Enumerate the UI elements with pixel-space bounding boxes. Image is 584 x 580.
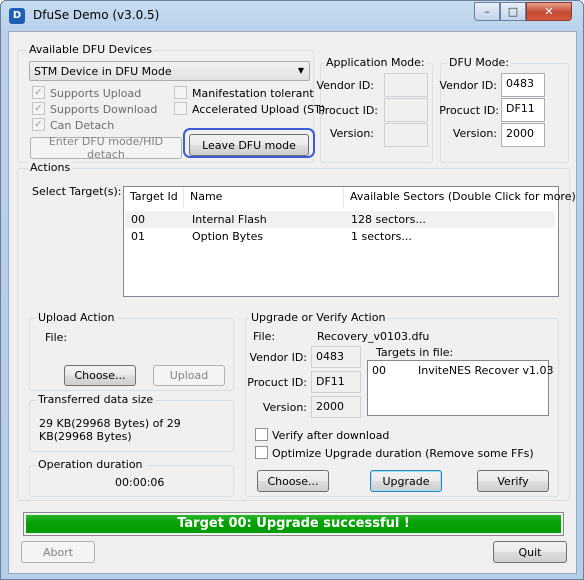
app-product-id-field	[384, 98, 428, 122]
maximize-button[interactable]: □	[500, 2, 526, 21]
row-name: Internal Flash	[192, 213, 267, 226]
can-detach-label: Can Detach	[50, 119, 115, 132]
client-area: Available DFU Devices STM Device in DFU …	[8, 31, 577, 574]
dfu-product-id-label: Procuct ID:	[439, 104, 499, 117]
upload-action-label: Upload Action	[36, 311, 117, 324]
upgrade-file-name: Recovery_v0103.dfu	[317, 330, 430, 343]
manifestation-tolerant-label: Manifestation tolerant	[192, 87, 314, 100]
upgrade-version-label: Version:	[262, 401, 307, 414]
device-select[interactable]: STM Device in DFU Mode ▼	[29, 61, 310, 81]
upgrade-vendor-id-field: 0483	[311, 346, 361, 368]
available-dfu-devices-label: Available DFU Devices	[27, 43, 154, 56]
select-targets-label: Select Target(s):	[32, 185, 122, 198]
optimize-upgrade-label: Optimize Upgrade duration (Remove some F…	[272, 447, 534, 460]
supports-upload-checkbox[interactable]: ✓	[32, 86, 45, 99]
targets-in-file-label: Targets in file:	[376, 346, 454, 359]
supports-upload-label: Supports Upload	[50, 87, 142, 100]
targets-in-file-id: 00	[372, 364, 386, 377]
app-vendor-id-label: Vendor ID:	[316, 79, 374, 92]
enter-dfu-mode-button[interactable]: Enter DFU mode/HID detach	[30, 135, 182, 161]
quit-button[interactable]: Quit	[493, 541, 567, 563]
status-message: Target 00: Upgrade successful !	[26, 515, 561, 533]
table-row[interactable]: 01 Option Bytes 1 sectors...	[125, 228, 555, 245]
abort-button[interactable]: Abort	[21, 541, 95, 563]
upgrade-version-field: 2000	[311, 396, 361, 418]
status-progress-bar: Target 00: Upgrade successful !	[23, 512, 564, 536]
targets-in-file-list[interactable]: 00 InviteNES Recover v1.03	[367, 360, 554, 416]
optimize-upgrade-checkbox[interactable]	[255, 446, 268, 459]
row-target-id: 01	[131, 230, 145, 243]
actions-label: Actions	[28, 161, 73, 174]
app-product-id-label: Procuct ID:	[318, 104, 378, 117]
column-header-available-sectors[interactable]: Available Sectors (Double Click for more…	[344, 187, 576, 207]
supports-download-label: Supports Download	[50, 103, 158, 116]
accelerated-upload-checkbox[interactable]	[174, 102, 187, 115]
accelerated-upload-label: Accelerated Upload (ST)	[192, 103, 326, 116]
dfu-product-id-field: DF11	[501, 98, 545, 122]
targets-listview[interactable]: Target Id Name Available Sectors (Double…	[123, 186, 576, 297]
upgrade-verify-label: Upgrade or Verify Action	[249, 311, 388, 324]
upload-button[interactable]: Upload	[153, 365, 225, 386]
app-version-label: Version:	[329, 127, 374, 140]
dfu-vendor-id-field: 0483	[501, 73, 545, 97]
dfu-vendor-id-label: Vendor ID:	[439, 79, 497, 92]
row-sectors: 1 sectors...	[351, 230, 412, 243]
transferred-data-label: Transferred data size	[36, 393, 156, 406]
table-row[interactable]: 00 Internal Flash 128 sectors...	[125, 211, 555, 228]
title-bar[interactable]: D DfuSe Demo (v3.0.5) – □ ✕	[1, 1, 583, 31]
upgrade-vendor-id-label: Vendor ID:	[249, 351, 307, 364]
close-button[interactable]: ✕	[526, 2, 572, 21]
verify-after-download-label: Verify after download	[272, 429, 390, 442]
upgrade-button[interactable]: Upgrade	[370, 470, 442, 492]
app-vendor-id-field	[384, 73, 428, 97]
minimize-button[interactable]: –	[474, 2, 500, 21]
column-header-target-id[interactable]: Target Id	[124, 187, 184, 207]
upgrade-choose-button[interactable]: Choose...	[257, 470, 329, 492]
dfu-version-label: Version:	[452, 127, 497, 140]
upgrade-product-id-label: Procuct ID:	[247, 376, 307, 389]
verify-button[interactable]: Verify	[477, 470, 549, 492]
application-mode-label: Application Mode:	[324, 56, 427, 69]
device-select-value: STM Device in DFU Mode	[34, 65, 172, 78]
upgrade-file-label: File:	[253, 330, 276, 343]
can-detach-checkbox[interactable]: ✓	[32, 118, 45, 131]
dfu-version-field: 2000	[501, 123, 545, 147]
app-window: D DfuSe Demo (v3.0.5) – □ ✕ Available DF…	[0, 0, 584, 580]
app-icon: D	[9, 8, 25, 24]
window-title: DfuSe Demo (v3.0.5)	[33, 8, 160, 22]
upload-choose-button[interactable]: Choose...	[64, 365, 136, 386]
manifestation-tolerant-checkbox[interactable]	[174, 86, 187, 99]
column-header-name[interactable]: Name	[184, 187, 344, 207]
row-target-id: 00	[131, 213, 145, 226]
chevron-down-icon: ▼	[297, 66, 304, 75]
upload-file-label: File:	[45, 331, 68, 344]
row-sectors: 128 sectors...	[351, 213, 426, 226]
operation-duration-label: Operation duration	[36, 458, 145, 471]
operation-duration-value: 00:00:06	[115, 476, 165, 489]
targets-in-file-name: InviteNES Recover v1.03	[418, 364, 554, 377]
transferred-data-value: 29 KB(29968 Bytes) of 29 KB(29968 Bytes)	[39, 417, 181, 443]
upgrade-product-id-field: DF11	[311, 371, 361, 393]
app-version-field	[384, 123, 428, 147]
supports-download-checkbox[interactable]: ✓	[32, 102, 45, 115]
focus-highlight	[183, 128, 315, 158]
verify-after-download-checkbox[interactable]	[255, 428, 268, 441]
row-name: Option Bytes	[192, 230, 264, 243]
dfu-mode-label: DFU Mode:	[447, 56, 512, 69]
